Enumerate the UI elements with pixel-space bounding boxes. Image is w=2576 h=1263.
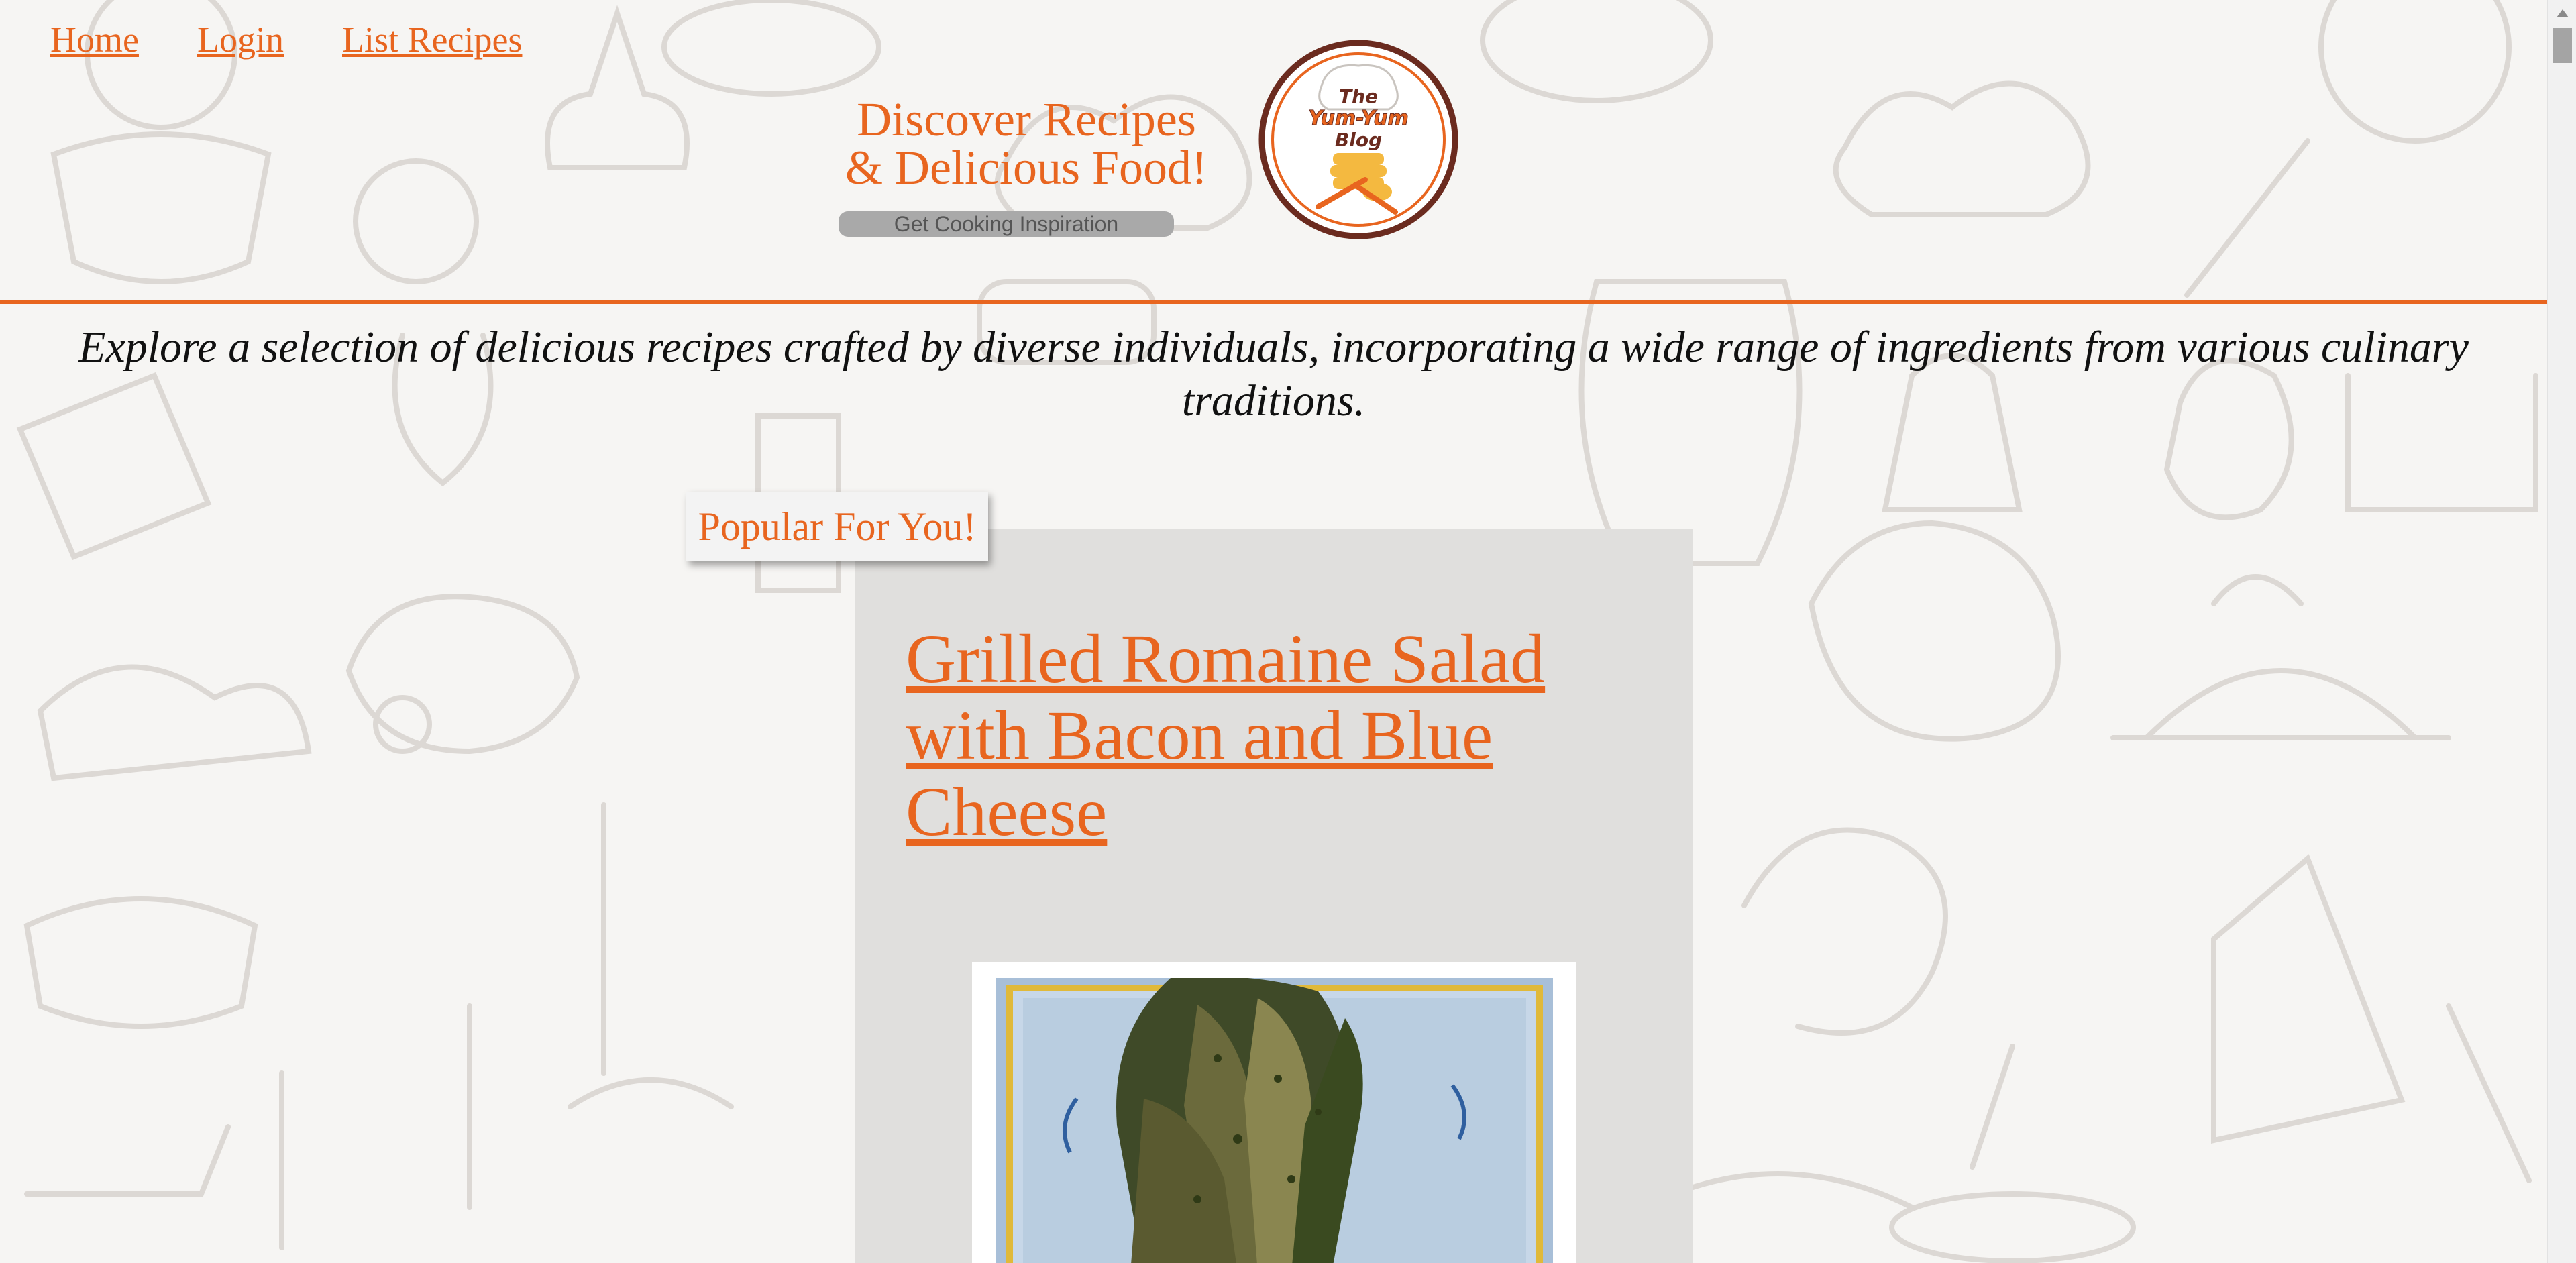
logo-text-line3: Blog (1335, 129, 1382, 151)
get-cooking-inspiration-button[interactable]: Get Cooking Inspiration (839, 211, 1174, 237)
logo-text-line2: Yum-Yum (1308, 107, 1409, 130)
logo-text-line1: The (1339, 85, 1378, 107)
scroll-thumb[interactable] (2553, 28, 2572, 63)
hero-title-line1: Discover Recipes (857, 93, 1196, 146)
yum-yum-blog-logo[interactable]: The Yum-Yum Blog (1258, 39, 1459, 240)
popular-for-you-tag: Popular For You! (686, 492, 988, 561)
recipe-photo[interactable] (996, 978, 1553, 1263)
hero-title: Discover Recipes & Delicious Food! (832, 95, 1221, 192)
recipe-title-link[interactable]: Grilled Romaine Salad with Bacon and Blu… (906, 621, 1644, 850)
hero-header: Discover Recipes & Delicious Food! Get C… (0, 0, 2547, 295)
scroll-up-arrow-icon[interactable] (2557, 9, 2569, 17)
header-divider (0, 300, 2547, 304)
recipe-card: Grilled Romaine Salad with Bacon and Blu… (855, 529, 1693, 1263)
hero-title-line2: & Delicious Food! (845, 141, 1208, 195)
intro-text: Explore a selection of delicious recipes… (78, 323, 2469, 425)
page-scrollbar[interactable] (2547, 0, 2576, 1263)
recipe-photo-frame (972, 962, 1576, 1263)
